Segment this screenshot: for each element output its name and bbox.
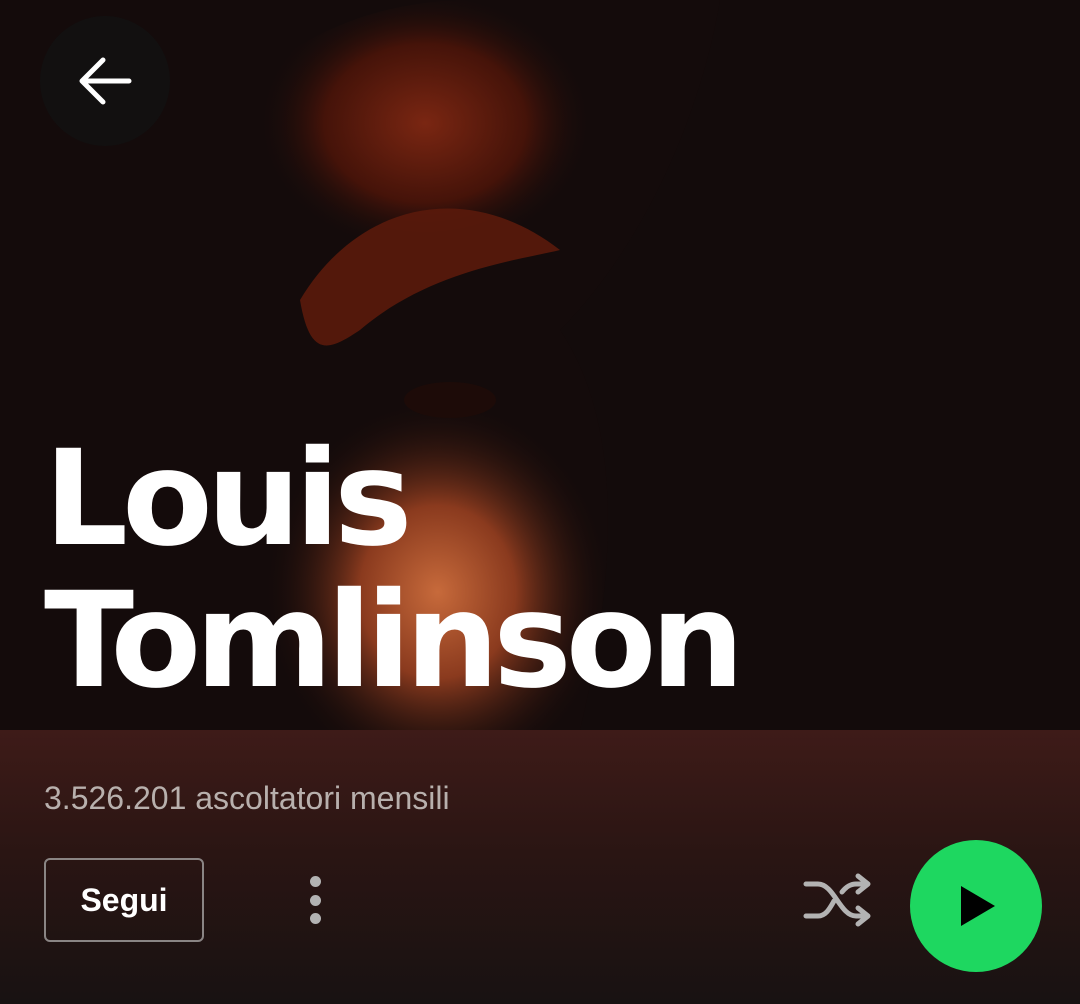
artist-page: Louis Tomlinson 3.526.201 ascoltatori me…: [0, 0, 1080, 1004]
play-button[interactable]: [910, 840, 1042, 972]
more-dot: [309, 913, 321, 924]
monthly-listeners: 3.526.201 ascoltatori mensili: [44, 780, 450, 816]
arrow-left-icon: [79, 57, 132, 105]
follow-button[interactable]: Segui: [44, 858, 204, 942]
artist-info-panel: 3.526.201 ascoltatori mensili Segui: [0, 730, 1080, 1004]
artist-name: Louis Tomlinson: [44, 422, 744, 718]
artist-hero-image: Louis Tomlinson: [0, 0, 1080, 730]
more-options-button[interactable]: [290, 868, 340, 932]
shuffle-button[interactable]: [800, 870, 876, 930]
shuffle-icon: [803, 873, 871, 927]
artist-name-line-1: Louis: [44, 422, 413, 576]
more-dot: [309, 894, 321, 906]
play-icon: [961, 886, 995, 926]
more-vertical-icon: [309, 876, 321, 887]
artist-name-line-2: Tomlinson: [44, 564, 744, 718]
back-button[interactable]: [40, 16, 170, 146]
